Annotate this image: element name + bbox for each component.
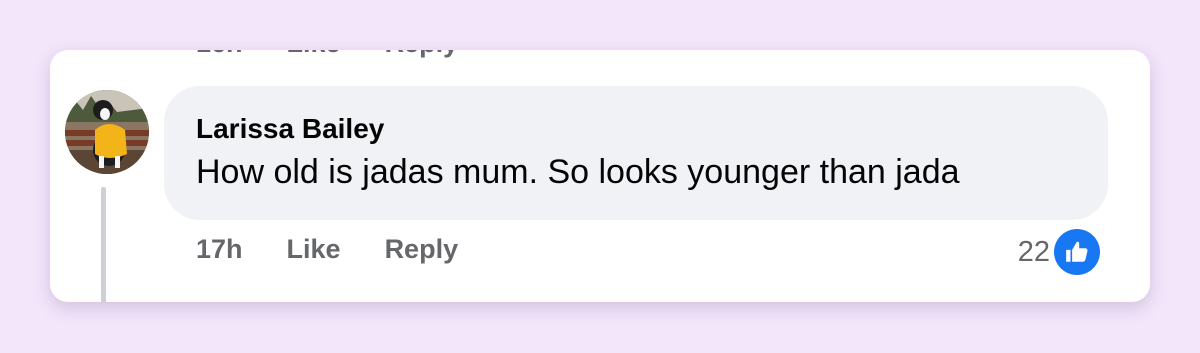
reaction-summary[interactable]: 22 [1018, 229, 1100, 275]
comment-actions: 17h Like Reply [196, 234, 458, 265]
previous-reply-button[interactable]: Reply [385, 50, 459, 59]
previous-comment-time: 16h [196, 50, 243, 59]
comment-time[interactable]: 17h [196, 234, 243, 265]
comment-card: 16h Like Reply Larissa Bailey How old is… [50, 50, 1150, 302]
previous-comment-actions: 16h Like Reply [196, 50, 458, 59]
like-button[interactable]: Like [287, 234, 341, 265]
previous-like-button[interactable]: Like [287, 50, 341, 59]
comment-text: How old is jadas mum. So looks younger t… [196, 153, 960, 191]
comment-author[interactable]: Larissa Bailey [196, 112, 1076, 146]
avatar[interactable] [65, 90, 149, 174]
avatar-dog-photo [65, 90, 149, 174]
reply-button[interactable]: Reply [385, 234, 459, 265]
thumbs-up-icon [1054, 229, 1100, 275]
comment-bubble: Larissa Bailey How old is jadas mum. So … [164, 86, 1108, 220]
thread-line [101, 187, 106, 302]
reaction-count: 22 [1017, 235, 1050, 268]
